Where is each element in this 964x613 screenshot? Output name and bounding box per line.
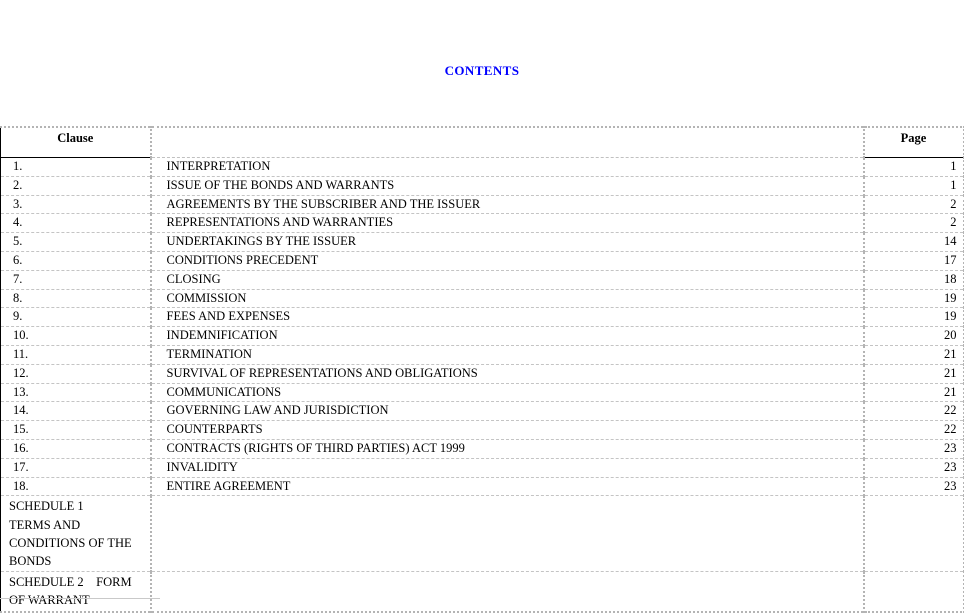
cell-clause-number: 14. (0, 401, 152, 422)
cell-page-number: 23 (863, 439, 964, 459)
cell-clause-title: CONDITIONS PRECEDENT (150, 251, 865, 271)
cell-schedule-title (150, 571, 865, 612)
cell-clause-title: FEES AND EXPENSES (150, 307, 865, 328)
cell-schedule-title (150, 495, 865, 573)
cell-clause-number: 17. (0, 458, 152, 478)
column-header-title (150, 127, 865, 158)
table-row: 2. ISSUE OF THE BONDS AND WARRANTS 1 (0, 176, 964, 196)
table-row: 5. UNDERTAKINGS BY THE ISSUER 14 (0, 232, 964, 252)
cell-clause-number: 12. (0, 364, 152, 384)
cell-clause-title: ISSUE OF THE BONDS AND WARRANTS (150, 176, 865, 196)
cell-clause-title: TERMINATION (150, 345, 865, 365)
cell-schedule-page (863, 495, 964, 573)
schedule-label-line: BONDS (9, 553, 52, 568)
cell-schedule-label: SCHEDULE 1 TERMS AND CONDITIONS OF THE BOND… (0, 495, 152, 573)
cell-clause-number: 1. (0, 157, 152, 177)
table-row: 12. SURVIVAL OF REPRESENTATIONS AND OBLIG… (0, 364, 964, 384)
cell-clause-title: SURVIVAL OF REPRESENTATIONS AND OBLIGATI… (150, 364, 865, 384)
cell-clause-title: CLOSING (150, 270, 865, 290)
table-row: 8. COMMISSION 19 (0, 289, 964, 309)
cell-page-number: 19 (863, 307, 964, 328)
cell-clause-number: 4. (0, 213, 152, 234)
cell-clause-title: INDEMNIFICATION (150, 326, 865, 346)
table-row: 18. ENTIRE AGREEMENT 23 (0, 477, 964, 497)
cell-clause-number: 3. (0, 195, 152, 215)
table-row: 10. INDEMNIFICATION 20 (0, 326, 964, 346)
cell-clause-title: COMMISSION (150, 289, 865, 309)
cell-clause-number: 6. (0, 251, 152, 271)
cell-clause-title: REPRESENTATIONS AND WARRANTIES (150, 213, 865, 234)
cell-page-number: 14 (863, 232, 964, 252)
column-header-page: Page (863, 127, 964, 158)
cell-clause-title: CONTRACTS (RIGHTS OF THIRD PARTIES) ACT … (150, 439, 865, 459)
cell-page-number: 21 (863, 345, 964, 365)
cell-clause-number: 2. (0, 176, 152, 196)
cell-clause-number: 11. (0, 345, 152, 365)
cell-page-number: 21 (863, 383, 964, 403)
cell-clause-number: 5. (0, 232, 152, 252)
table-header-row: Clause Page (0, 127, 964, 158)
cell-page-number: 22 (863, 420, 964, 440)
cell-clause-title: COUNTERPARTS (150, 420, 865, 440)
cell-clause-number: 18. (0, 477, 152, 497)
document-page: CONTENTS Clause Page 1. INTERPRETATION 1 2.… (0, 0, 964, 613)
cell-page-number: 2 (863, 195, 964, 215)
schedule-row: SCHEDULE 2 FORM OF WARRANT (0, 571, 964, 612)
cell-clause-title: UNDERTAKINGS BY THE ISSUER (150, 232, 865, 252)
column-header-clause: Clause (0, 127, 152, 158)
table-row: 7. CLOSING 18 (0, 270, 964, 290)
cell-clause-number: 15. (0, 420, 152, 440)
cell-clause-title: GOVERNING LAW AND JURISDICTION (150, 401, 865, 422)
table-row: 3. AGREEMENTS BY THE SUBSCRIBER AND THE I… (0, 195, 964, 215)
schedule-row: SCHEDULE 1 TERMS AND CONDITIONS OF THE BOND… (0, 495, 964, 573)
schedule-label-line: OF WARRANT (9, 593, 90, 608)
cell-page-number: 22 (863, 401, 964, 422)
cell-clause-number: 13. (0, 383, 152, 403)
table-row: 1. INTERPRETATION 1 (0, 157, 964, 177)
cell-schedule-label: SCHEDULE 2 FORM OF WARRANT (0, 571, 152, 612)
table-row: 9. FEES AND EXPENSES 19 (0, 307, 964, 328)
table-body: 1. INTERPRETATION 1 2. ISSUE OF THE BONDS AN… (0, 157, 964, 612)
cell-clause-title: COMMUNICATIONS (150, 383, 865, 403)
cell-page-number: 17 (863, 251, 964, 271)
cell-page-number: 1 (863, 176, 964, 196)
cell-clause-title: AGREEMENTS BY THE SUBSCRIBER AND THE ISS… (150, 195, 865, 215)
schedule-label-line: CONDITIONS OF THE (9, 535, 132, 550)
table-header: Clause Page (0, 127, 964, 158)
cell-page-number: 20 (863, 326, 964, 346)
table-of-contents: Clause Page 1. INTERPRETATION 1 2. ISSUE OF … (0, 126, 964, 613)
cell-page-number: 23 (863, 477, 964, 497)
table-row: 16. CONTRACTS (RIGHTS OF THIRD PARTIES) A… (0, 439, 964, 459)
table-row: 11. TERMINATION 21 (0, 345, 964, 365)
cell-schedule-page (864, 572, 964, 612)
cell-page-number: 18 (863, 270, 964, 290)
table-row: 14. GOVERNING LAW AND JURISDICTION 22 (0, 401, 964, 422)
table-row: 17. INVALIDITY 23 (0, 458, 964, 478)
cell-page-number: 21 (863, 364, 964, 384)
cell-clause-title: INTERPRETATION (150, 157, 865, 177)
schedule-label-line: TERMS AND (9, 517, 81, 532)
schedule-label-line: SCHEDULE 2 FORM (9, 575, 132, 590)
schedule-label-line: SCHEDULE 1 (9, 499, 84, 514)
cell-page-number: 1 (863, 157, 964, 177)
cell-clause-number: 7. (0, 270, 152, 290)
table-row: 13. COMMUNICATIONS 21 (0, 383, 964, 403)
cell-clause-number: 16. (0, 439, 152, 459)
cell-clause-number: 10. (0, 326, 152, 346)
cell-clause-number: 9. (0, 307, 152, 328)
cell-clause-title: ENTIRE AGREEMENT (150, 477, 865, 497)
table-row: 15. COUNTERPARTS 22 (0, 420, 964, 440)
cell-clause-number: 8. (0, 289, 152, 309)
page-title: CONTENTS (444, 63, 520, 78)
table-row: 4. REPRESENTATIONS AND WARRANTIES 2 (0, 213, 964, 234)
cell-page-number: 19 (863, 289, 964, 309)
cell-page-number: 23 (863, 458, 964, 478)
bottom-divider (0, 598, 160, 599)
table-row: 6. CONDITIONS PRECEDENT 17 (0, 251, 964, 271)
cell-page-number: 2 (863, 213, 964, 234)
cell-clause-title: INVALIDITY (150, 458, 865, 478)
